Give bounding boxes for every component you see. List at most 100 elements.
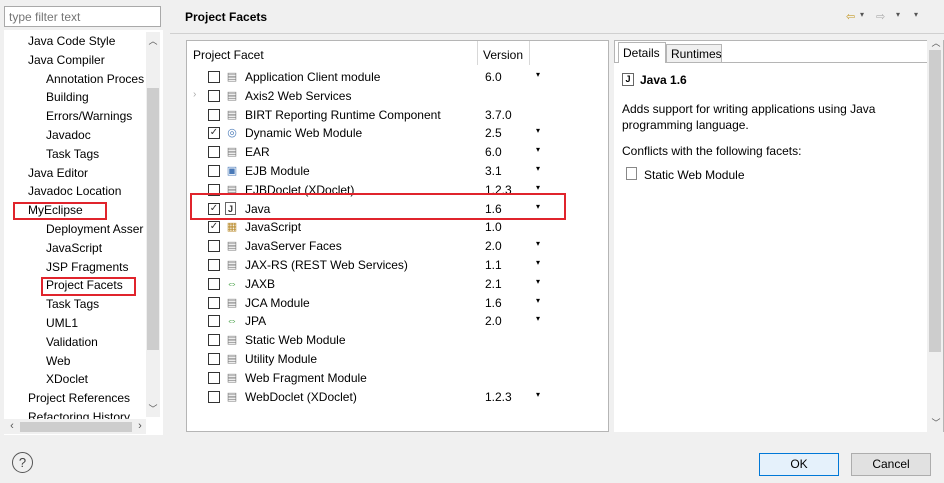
column-header-facet[interactable]: Project Facet [193, 48, 264, 62]
forward-arrow-icon[interactable]: ⇨ [876, 10, 885, 23]
facet-version[interactable]: 1.2.3 [485, 390, 512, 404]
tree-horizontal-scroll-thumb[interactable] [20, 422, 132, 432]
facet-checkbox[interactable] [208, 371, 220, 384]
tab-runtimes[interactable]: Runtimes [666, 44, 722, 63]
facet-checkbox[interactable] [208, 296, 220, 309]
version-dropdown-icon[interactable]: ▾ [536, 239, 540, 248]
back-dropdown-icon[interactable]: ▾ [860, 10, 864, 19]
facet-row[interactable]: ▤ JavaServer Faces 2.0 ▾ [187, 237, 608, 256]
version-dropdown-icon[interactable]: ▾ [536, 183, 540, 192]
facet-version[interactable]: 3.1 [485, 164, 502, 178]
tree-item[interactable]: JavaScript [46, 239, 102, 257]
facet-version[interactable]: 6.0 [485, 145, 502, 159]
version-dropdown-icon[interactable]: ▾ [536, 164, 540, 173]
facet-checkbox[interactable] [208, 165, 220, 177]
tree-item[interactable]: Project References [28, 389, 130, 407]
filter-input[interactable] [4, 6, 161, 27]
facet-checkbox[interactable] [208, 334, 220, 347]
tree-item[interactable]: Web [46, 352, 70, 370]
facet-version[interactable]: 2.0 [485, 314, 502, 328]
facet-row[interactable]: ⇔ JPA 2.0 ▾ [187, 312, 608, 331]
facet-row[interactable]: ▤ JCA Module 1.6 ▾ [187, 294, 608, 313]
version-dropdown-icon[interactable]: ▾ [536, 277, 540, 286]
scroll-up-icon[interactable]: ︿ [930, 38, 942, 48]
tree-item[interactable]: UML1 [46, 314, 78, 332]
facet-row[interactable]: ▤ Web Fragment Module [187, 369, 608, 388]
facet-checkbox[interactable]: ✓ [208, 221, 220, 234]
version-dropdown-icon[interactable]: ▾ [536, 145, 540, 154]
version-dropdown-icon[interactable]: ▾ [536, 314, 540, 323]
expand-chevron-icon[interactable]: › [193, 89, 196, 100]
back-arrow-icon[interactable]: ⇦ [846, 10, 855, 23]
facet-row[interactable]: ✓ ◎ Dynamic Web Module 2.5 ▾ [187, 124, 608, 143]
scroll-right-icon[interactable]: › [134, 421, 146, 432]
tree-item[interactable]: Java Editor [28, 164, 88, 182]
help-icon[interactable]: ? [12, 452, 33, 473]
doc-icon: ▤ [226, 371, 238, 384]
facet-row[interactable]: ▤ EAR 6.0 ▾ [187, 143, 608, 162]
tree-item[interactable]: Errors/Warnings [46, 107, 132, 125]
column-header-version[interactable]: Version [483, 48, 523, 62]
tree-item[interactable]: Javadoc [46, 126, 91, 144]
facet-checkbox[interactable] [208, 353, 220, 365]
details-vertical-scroll-thumb[interactable] [929, 50, 941, 352]
facet-name: Web Fragment Module [245, 370, 367, 385]
header-divider [170, 33, 944, 34]
facet-checkbox[interactable]: ✓ [208, 127, 220, 140]
facet-row[interactable]: ▤ Utility Module [187, 350, 608, 369]
facet-checkbox[interactable] [208, 146, 220, 159]
facet-checkbox[interactable] [208, 89, 220, 102]
facet-row[interactable]: ▤ BIRT Reporting Runtime Component 3.7.0 [187, 106, 608, 125]
facet-version[interactable]: 1.1 [485, 258, 502, 272]
ok-button[interactable]: OK [759, 453, 839, 476]
scroll-down-icon[interactable]: ﹀ [930, 418, 942, 428]
version-dropdown-icon[interactable]: ▾ [536, 70, 540, 79]
view-menu-icon[interactable]: ▾ [914, 10, 918, 19]
tree-item[interactable]: Building [46, 88, 89, 106]
facet-version[interactable]: 1.6 [485, 296, 502, 310]
tree-item[interactable]: Deployment Asser [46, 220, 143, 238]
facet-version[interactable]: 2.1 [485, 277, 502, 291]
facet-row[interactable]: ✓ ▦ JavaScript 1.0 [187, 218, 608, 237]
facet-row[interactable]: ▤ Application Client module 6.0 ▾ [187, 68, 608, 87]
tree-item[interactable]: Task Tags [46, 145, 99, 163]
facet-checkbox[interactable] [208, 240, 220, 253]
version-dropdown-icon[interactable]: ▾ [536, 390, 540, 399]
tab-details[interactable]: Details [618, 42, 666, 63]
tree-vertical-scroll-thumb[interactable] [147, 88, 159, 350]
facet-row[interactable]: › ▤ Axis2 Web Services [187, 87, 608, 106]
doc-icon: ▤ [226, 71, 238, 83]
tree-item[interactable]: Annotation Proces [46, 70, 144, 88]
tree-item[interactable]: Validation [46, 333, 98, 351]
facet-version[interactable]: 6.0 [485, 70, 502, 84]
forward-dropdown-icon[interactable]: ▾ [896, 10, 900, 19]
version-dropdown-icon[interactable]: ▾ [536, 126, 540, 135]
tree-item[interactable]: Javadoc Location [28, 182, 121, 200]
version-dropdown-icon[interactable]: ▾ [536, 296, 540, 305]
facet-version[interactable]: 2.0 [485, 239, 502, 253]
tree-item[interactable]: Java Code Style [28, 32, 115, 50]
tree-item[interactable]: XDoclet [46, 370, 88, 388]
cancel-button[interactable]: Cancel [851, 453, 931, 476]
scroll-left-icon[interactable]: ‹ [6, 421, 18, 432]
tree-item[interactable]: JSP Fragments [46, 258, 128, 276]
facet-checkbox[interactable] [208, 315, 220, 328]
facet-checkbox[interactable] [208, 390, 220, 403]
column-separator[interactable] [529, 41, 530, 65]
facet-version[interactable]: 2.5 [485, 126, 502, 140]
scroll-up-icon[interactable]: ︿ [147, 36, 159, 46]
facet-checkbox[interactable] [208, 108, 220, 121]
scroll-down-icon[interactable]: ﹀ [147, 404, 159, 414]
tree-item[interactable]: Java Compiler [28, 51, 105, 69]
facet-checkbox[interactable] [208, 259, 220, 271]
facet-checkbox[interactable] [208, 277, 220, 290]
column-separator[interactable] [477, 41, 478, 65]
facet-row[interactable]: ▤ Static Web Module [187, 331, 608, 350]
facet-row[interactable]: ▣ EJB Module 3.1 ▾ [187, 162, 608, 181]
facet-checkbox[interactable] [208, 71, 220, 83]
facet-row[interactable]: ▤ JAX-RS (REST Web Services) 1.1 ▾ [187, 256, 608, 275]
facet-row[interactable]: ▤ WebDoclet (XDoclet) 1.2.3 ▾ [187, 388, 608, 407]
version-dropdown-icon[interactable]: ▾ [536, 258, 540, 267]
facet-row[interactable]: ⇔ JAXB 2.1 ▾ [187, 275, 608, 294]
tree-item[interactable]: Task Tags [46, 295, 99, 313]
